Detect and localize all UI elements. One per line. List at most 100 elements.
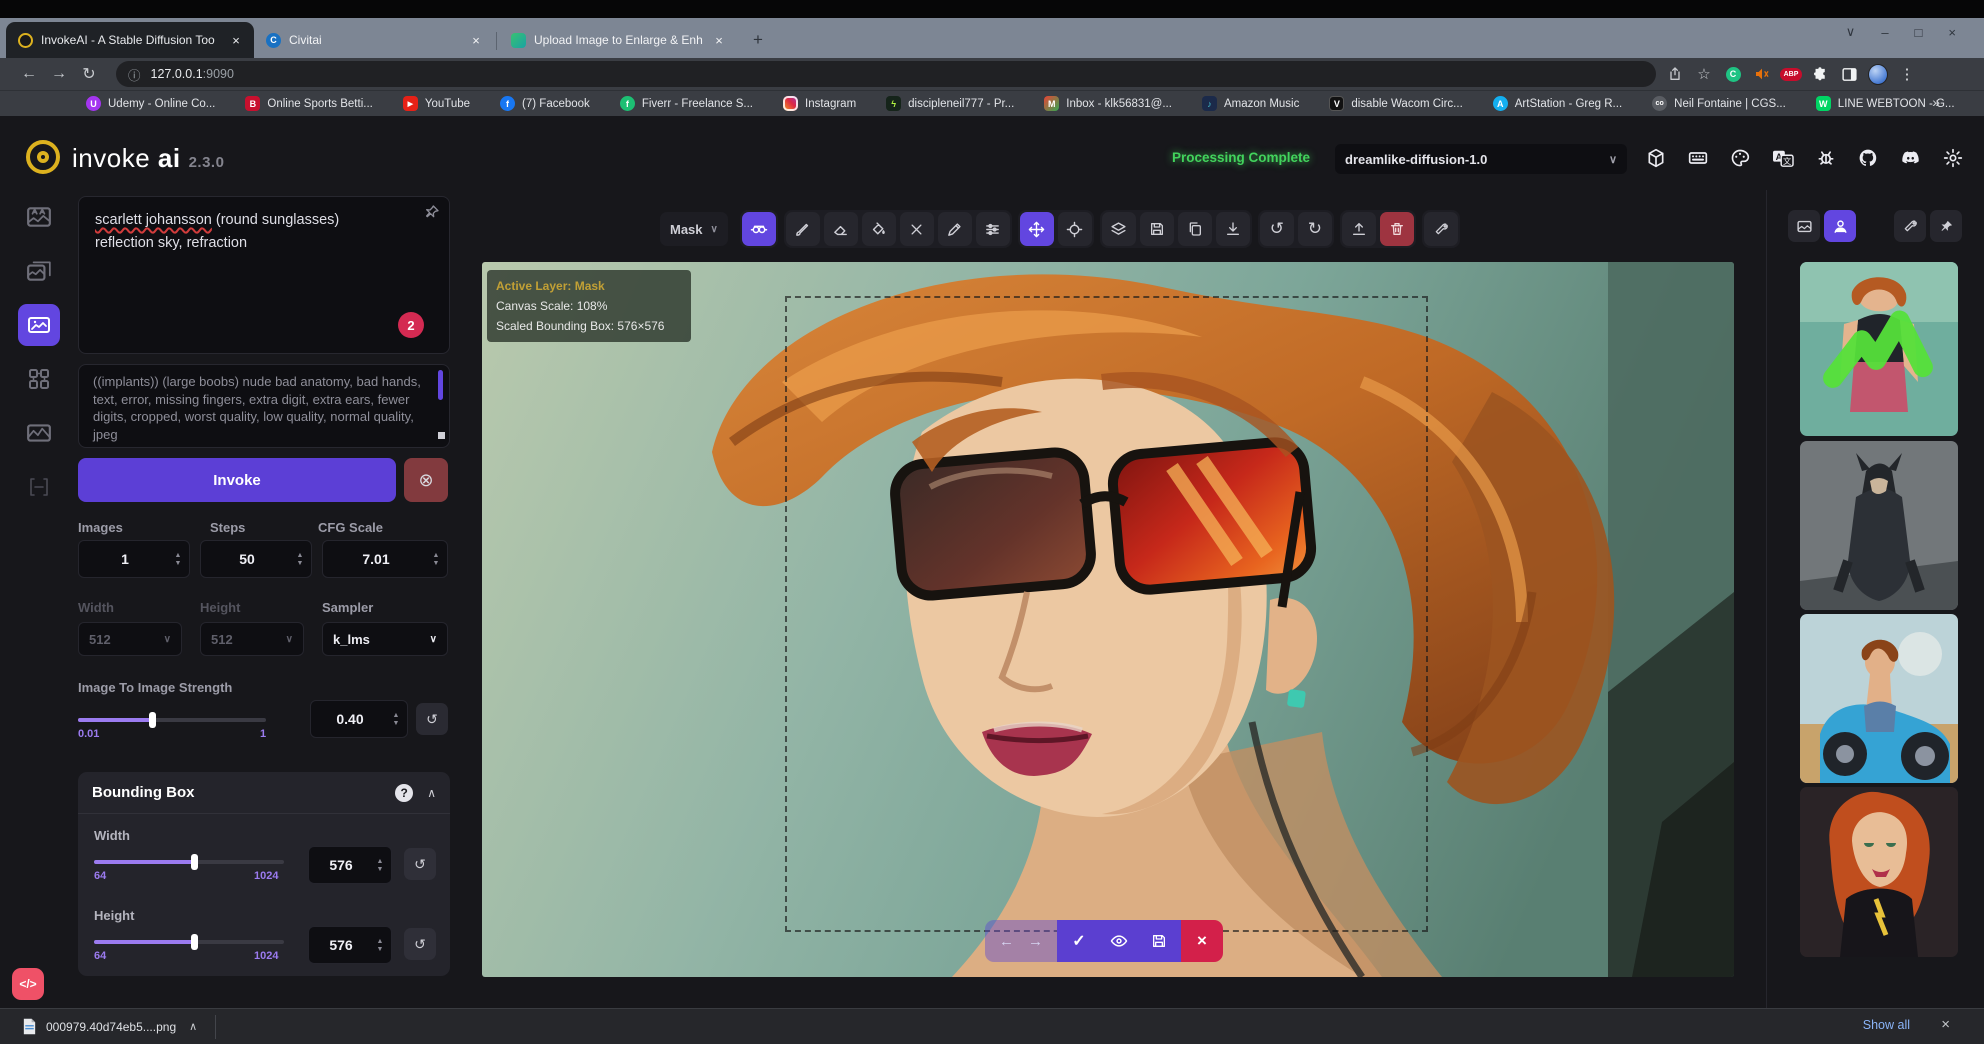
side-panel-icon[interactable]	[1839, 64, 1859, 84]
model-select[interactable]: dreamlike-diffusion-1.0 ∨	[1335, 144, 1627, 174]
back-button[interactable]: ←	[14, 65, 44, 83]
stepper-icons[interactable]: ▲▼	[171, 552, 189, 567]
download-image-button[interactable]	[1216, 212, 1250, 246]
bounding-box-header[interactable]: Bounding Box ? ∧	[78, 772, 450, 814]
tab-training[interactable]	[18, 466, 60, 508]
forward-button[interactable]: →	[44, 65, 74, 83]
bookmark-amazon-music[interactable]: ♪Amazon Music	[1202, 96, 1299, 111]
prompt-input[interactable]: scarlett johansson (round sunglasses) re…	[78, 196, 450, 354]
bookmark-facebook[interactable]: f(7) Facebook	[500, 96, 590, 111]
slider-thumb[interactable]	[191, 934, 198, 950]
cfg-scale-input[interactable]: 7.01 ▲▼	[322, 540, 448, 578]
extension-colorzilla-icon[interactable]: C	[1723, 64, 1743, 84]
move-tool-button[interactable]	[1020, 212, 1054, 246]
bookmark-udemy[interactable]: UUdemy - Online Co...	[86, 96, 215, 111]
steps-input[interactable]: 50 ▲▼	[200, 540, 312, 578]
save-to-gallery-button[interactable]	[1140, 212, 1174, 246]
cancel-button[interactable]: ⊗	[404, 458, 448, 502]
downloads-close-icon[interactable]: ×	[1941, 1016, 1950, 1033]
img2img-strength-input[interactable]: 0.40 ▲▼	[310, 700, 408, 738]
fill-bounding-box-button[interactable]	[862, 212, 896, 246]
clear-canvas-button[interactable]	[1380, 212, 1414, 246]
browser-tab-upload-image[interactable]: Upload Image to Enlarge & Enha ×	[499, 22, 737, 58]
merge-visible-button[interactable]	[1102, 212, 1136, 246]
bookmark-inbox[interactable]: MInbox - klk56831@...	[1044, 96, 1172, 111]
slider-thumb[interactable]	[149, 712, 156, 728]
window-close-button[interactable]: ×	[1948, 25, 1956, 40]
bookmark-star-icon[interactable]: ☆	[1694, 64, 1714, 84]
bbox-width-input[interactable]: 576 ▲▼	[308, 846, 392, 884]
canvas-settings-wrench-button[interactable]	[1424, 212, 1458, 246]
stepper-icons[interactable]: ▲▼	[389, 712, 407, 727]
collapse-chevron-icon[interactable]: ∧	[427, 786, 436, 800]
negative-prompt-scrollbar[interactable]	[438, 370, 443, 400]
copy-to-clipboard-button[interactable]	[1178, 212, 1212, 246]
gallery-images-tab-button[interactable]	[1788, 210, 1820, 242]
slider-thumb[interactable]	[191, 854, 198, 870]
layer-select[interactable]: Mask ∨	[660, 212, 728, 246]
browser-tab-invokeai[interactable]: InvokeAI - A Stable Diffusion Too ×	[6, 22, 254, 58]
height-select[interactable]: 512 ∨	[200, 622, 304, 656]
bookmark-discipleneil[interactable]: ϟdiscipleneil777 - Pr...	[886, 96, 1014, 111]
gallery-thumbnail-motorcycle[interactable]	[1800, 614, 1958, 783]
gallery-settings-wrench-button[interactable]	[1894, 210, 1926, 242]
clear-mask-button[interactable]	[900, 212, 934, 246]
reload-button[interactable]: ↻	[74, 64, 104, 84]
next-image-button[interactable]: →	[1028, 933, 1043, 950]
toggle-mask-visibility-button[interactable]	[742, 212, 776, 246]
strength-reset-button[interactable]: ↺	[416, 703, 448, 735]
sampler-select[interactable]: k_lms ∨	[322, 622, 448, 656]
bbox-width-slider[interactable]	[94, 860, 284, 864]
settings-gear-icon[interactable]	[1943, 148, 1963, 173]
tab-nodes[interactable]	[18, 358, 60, 400]
bookmark-wacom[interactable]: Vdisable Wacom Circ...	[1329, 96, 1462, 111]
bookmark-fiverr[interactable]: fFiverr - Freelance S...	[620, 96, 753, 111]
stepper-icons[interactable]: ▲▼	[373, 858, 391, 873]
bookmark-artstation[interactable]: AArtStation - Greg R...	[1493, 96, 1622, 111]
bbox-width-reset-button[interactable]: ↺	[404, 848, 436, 880]
hotkeys-keyboard-icon[interactable]	[1688, 148, 1708, 173]
share-icon[interactable]	[1665, 64, 1685, 84]
help-icon[interactable]: ?	[395, 784, 413, 802]
theme-palette-icon[interactable]	[1730, 148, 1750, 173]
bookmark-neil-fontaine[interactable]: coNeil Fontaine | CGS...	[1652, 96, 1786, 111]
profile-avatar[interactable]	[1868, 64, 1888, 84]
window-minimize-button[interactable]: –	[1881, 25, 1888, 40]
extension-mute-icon[interactable]	[1752, 64, 1772, 84]
tab-image-to-image[interactable]	[18, 250, 60, 292]
model-manager-icon[interactable]	[1646, 148, 1666, 173]
show-all-downloads-link[interactable]: Show all	[1863, 1018, 1910, 1032]
tab-close-icon[interactable]: ×	[468, 32, 484, 48]
eraser-tool-button[interactable]	[824, 212, 858, 246]
download-item[interactable]: 000979.40d74eb5....png ∧	[0, 1018, 215, 1035]
tab-text-to-image[interactable]	[18, 196, 60, 238]
upload-image-button[interactable]	[1342, 212, 1376, 246]
site-info-icon[interactable]: ⓘ	[128, 65, 141, 84]
tab-close-icon[interactable]: ×	[711, 32, 727, 48]
stepper-icons[interactable]: ▲▼	[429, 552, 447, 567]
browser-tab-civitai[interactable]: C Civitai ×	[254, 22, 494, 58]
extension-adblock-icon[interactable]: ABP	[1781, 64, 1801, 84]
gallery-thumbnail-redhead-portrait[interactable]	[1800, 787, 1958, 957]
tab-post-processing[interactable]	[18, 412, 60, 454]
window-chevron-icon[interactable]: ∨	[1846, 24, 1856, 40]
bbox-height-input[interactable]: 576 ▲▼	[308, 926, 392, 964]
window-maximize-button[interactable]: □	[1915, 25, 1923, 40]
reset-view-button[interactable]	[1058, 212, 1092, 246]
negative-prompt-input[interactable]: ((implants)) (large boobs) nude bad anat…	[78, 364, 450, 448]
tab-close-icon[interactable]: ×	[228, 32, 244, 48]
images-input[interactable]: 1 ▲▼	[78, 540, 190, 578]
url-bar[interactable]: ⓘ 127.0.0.1:9090	[116, 61, 1656, 87]
pin-parameters-icon[interactable]	[424, 204, 440, 220]
save-staged-image-button[interactable]	[1141, 923, 1177, 959]
bookmark-sports-betting[interactable]: BOnline Sports Betti...	[245, 96, 372, 111]
gallery-thumbnail-accepted[interactable]	[1800, 262, 1958, 436]
previous-image-button[interactable]: ←	[999, 933, 1014, 950]
extensions-puzzle-icon[interactable]	[1810, 64, 1830, 84]
browser-menu-icon[interactable]: ⋮	[1897, 64, 1917, 84]
show-hide-image-button[interactable]	[1101, 923, 1137, 959]
discard-image-button[interactable]: ×	[1181, 920, 1223, 962]
gallery-user-tab-button[interactable]	[1824, 210, 1856, 242]
bbox-height-reset-button[interactable]: ↺	[404, 928, 436, 960]
bbox-height-slider[interactable]	[94, 940, 284, 944]
